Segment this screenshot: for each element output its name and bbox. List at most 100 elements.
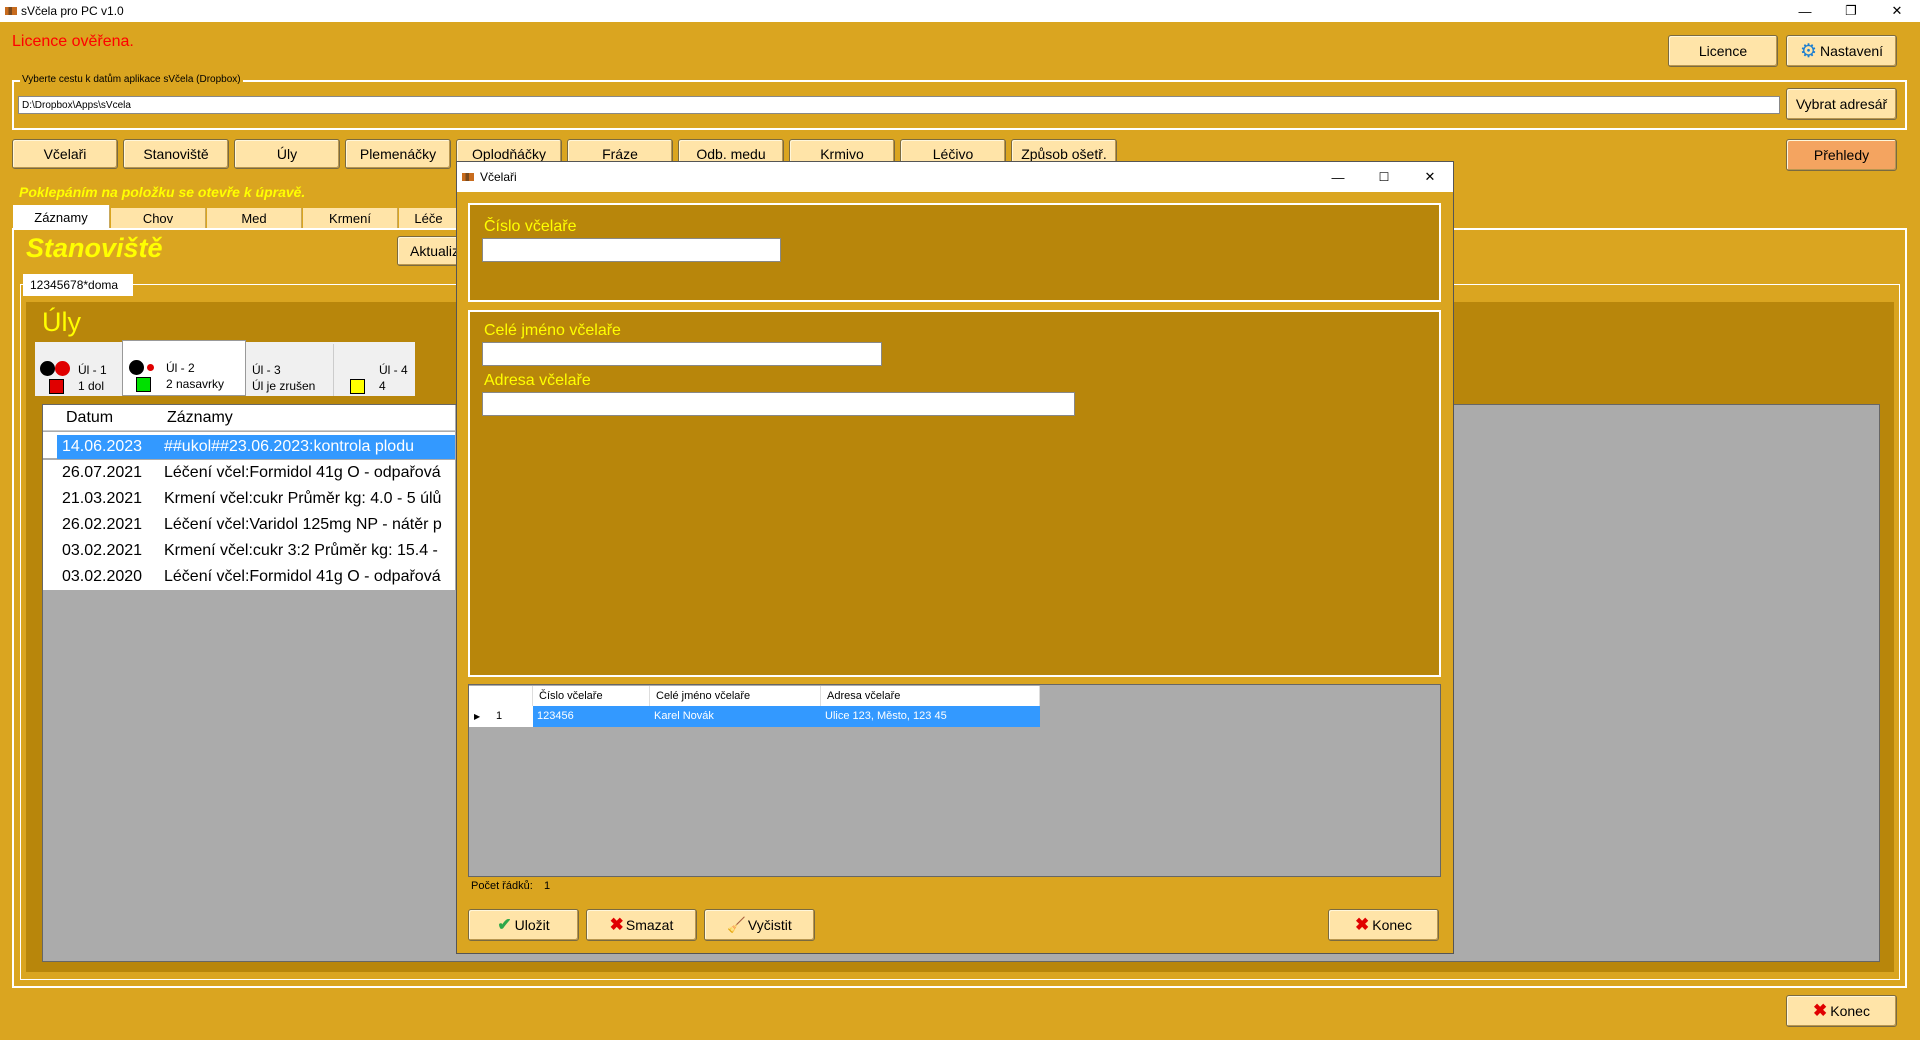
main-close-button[interactable]: ✖ Konec bbox=[1786, 995, 1897, 1027]
full-name-input[interactable] bbox=[482, 342, 882, 366]
hive-3-info: Úl je zrušen bbox=[252, 379, 316, 393]
hive-tab-4[interactable]: Úl - 4 4 bbox=[335, 344, 415, 396]
record-date: 03.02.2020 bbox=[62, 568, 143, 585]
record-date: 26.02.2021 bbox=[62, 516, 143, 533]
hive-2-info: 2 nasavrky bbox=[166, 377, 225, 391]
row-pointer-icon: ▶ bbox=[474, 712, 481, 721]
settings-button[interactable]: ⚙ Nastavení bbox=[1786, 35, 1897, 67]
record-text: Léčení včel:Formidol 41g O - odpařová bbox=[164, 568, 441, 585]
record-text: Krmení včel:cukr Průměr kg: 4.0 - 5 úlů bbox=[164, 490, 442, 507]
hive-2-name: Úl - 2 bbox=[166, 361, 195, 375]
queen-red-small-icon bbox=[147, 364, 154, 371]
records-header-datum: Datum bbox=[66, 409, 114, 426]
tab-zaznamy[interactable]: Záznamy bbox=[13, 205, 110, 229]
hive-tab-3[interactable]: Úl - 3 Úl je zrušen bbox=[248, 344, 334, 396]
nav-uly-button[interactable]: Úly bbox=[234, 139, 340, 169]
record-date: 03.02.2021 bbox=[62, 542, 143, 559]
delete-button[interactable]: ✖ Smazat bbox=[586, 909, 697, 941]
nav-vcelari-button[interactable]: Včelaři bbox=[12, 139, 118, 169]
license-status: Licence ověřena. bbox=[12, 33, 134, 50]
record-text: Léčení včel:Formidol 41g O - odpařová bbox=[164, 464, 441, 481]
clear-button-label: Vyčistit bbox=[747, 917, 792, 933]
delete-x-icon: ✖ bbox=[609, 915, 624, 934]
close-icon[interactable]: ✕ bbox=[1874, 0, 1920, 22]
row-count-label: Počet řádků: bbox=[471, 880, 533, 892]
uly-title: Úly bbox=[42, 307, 81, 337]
grid-row-header-corner bbox=[469, 686, 533, 706]
close-x-icon: ✖ bbox=[1813, 1001, 1828, 1020]
edit-hint: Poklepáním na položku se otevře k úpravě… bbox=[19, 184, 306, 200]
dialog-close-icon[interactable]: ✕ bbox=[1407, 166, 1453, 188]
address-label: Adresa včelaře bbox=[484, 372, 591, 389]
status-red-square-icon bbox=[49, 379, 64, 394]
hive-1-info: 1 dol bbox=[78, 379, 105, 393]
address-input[interactable] bbox=[482, 392, 1075, 416]
main-close-label: Konec bbox=[1830, 1003, 1870, 1019]
records-header-zaznamy: Záznamy bbox=[167, 409, 233, 426]
dialog-app-icon bbox=[462, 173, 474, 181]
dialog-close-label: Konec bbox=[1372, 917, 1412, 933]
tab-med[interactable]: Med bbox=[207, 208, 302, 228]
hive-3-name: Úl - 3 bbox=[252, 363, 281, 377]
app-icon bbox=[5, 7, 17, 15]
queen-black-icon bbox=[40, 361, 55, 376]
grid-cell-address[interactable]: Ulice 123, Město, 123 45 bbox=[821, 706, 1040, 727]
grid-header-address: Adresa včelaře bbox=[821, 686, 1040, 706]
dialog-title-bar: Včelaři — ☐ ✕ bbox=[457, 162, 1453, 192]
hive-4-name: Úl - 4 bbox=[379, 363, 408, 377]
browse-folder-button[interactable]: Vybrat adresář bbox=[1786, 88, 1897, 120]
record-text: Krmení včel:cukr 3:2 Průměr kg: 15.4 - bbox=[164, 542, 438, 559]
hive-4-info: 4 bbox=[379, 379, 386, 393]
overview-button[interactable]: Přehledy bbox=[1786, 139, 1897, 171]
number-label: Číslo včelaře bbox=[484, 218, 577, 235]
window-title: sVčela pro PC v1.0 bbox=[21, 4, 124, 18]
status-yellow-square-icon bbox=[350, 379, 365, 394]
window-title-bar: sVčela pro PC v1.0 — ❐ ✕ bbox=[0, 0, 1920, 22]
hive-tab-1[interactable]: Úl - 1 1 dol bbox=[36, 344, 122, 396]
grid-row-number: 1 bbox=[496, 710, 503, 722]
checkmark-icon: ✔ bbox=[497, 915, 512, 934]
gear-icon: ⚙ bbox=[1799, 40, 1817, 62]
status-green-square-icon bbox=[136, 377, 151, 392]
restore-icon[interactable]: ❐ bbox=[1828, 0, 1874, 22]
details-group: Celé jméno včelaře Adresa včelaře bbox=[468, 310, 1441, 677]
dialog-title: Včelaři bbox=[480, 170, 517, 184]
hive-1-name: Úl - 1 bbox=[78, 363, 107, 377]
nav-plemenacky-button[interactable]: Plemenáčky bbox=[345, 139, 451, 169]
grid-header-full-name: Celé jméno včelaře bbox=[650, 686, 821, 706]
tab-krmeni[interactable]: Krmení bbox=[303, 208, 398, 228]
beekeeper-number-input[interactable] bbox=[482, 238, 781, 262]
grid-header-number: Číslo včelaře bbox=[533, 686, 650, 706]
record-date: 14.06.2023 bbox=[62, 438, 143, 455]
queen-red-icon bbox=[55, 361, 70, 376]
save-button[interactable]: ✔ Uložit bbox=[468, 909, 579, 941]
minimize-icon[interactable]: — bbox=[1782, 0, 1828, 22]
save-button-label: Uložit bbox=[514, 917, 550, 933]
stanoviste-title: Stanoviště bbox=[26, 233, 163, 263]
record-text: ##ukol##23.06.2023:kontrola plodu bbox=[164, 438, 414, 455]
delete-button-label: Smazat bbox=[625, 917, 674, 933]
path-label: Vyberte cestu k datům aplikace sVčela (D… bbox=[20, 74, 243, 85]
licence-button[interactable]: Licence bbox=[1668, 35, 1778, 67]
record-date: 21.03.2021 bbox=[62, 490, 143, 507]
dialog-maximize-icon[interactable]: ☐ bbox=[1361, 166, 1407, 188]
record-text: Léčení včel:Varidol 125mg NP - nátěr p bbox=[164, 516, 442, 533]
table-row[interactable]: ▶ 1 bbox=[469, 706, 533, 727]
broom-icon: 🧹 bbox=[727, 917, 746, 934]
tab-chov[interactable]: Chov bbox=[111, 208, 206, 228]
dialog-minimize-icon[interactable]: — bbox=[1315, 166, 1361, 188]
clear-button[interactable]: 🧹 Vyčistit bbox=[704, 909, 815, 941]
dialog-close-button[interactable]: ✖ Konec bbox=[1328, 909, 1439, 941]
record-date: 26.07.2021 bbox=[62, 464, 143, 481]
stanoviste-tab[interactable]: 12345678*doma bbox=[23, 274, 133, 296]
queen-black-icon bbox=[129, 360, 144, 375]
path-input[interactable] bbox=[18, 96, 1780, 114]
grid-cell-number[interactable]: 123456 bbox=[533, 706, 650, 727]
grid-cell-full-name[interactable]: Karel Novák bbox=[650, 706, 821, 727]
settings-button-label: Nastavení bbox=[1820, 43, 1884, 59]
full-name-label: Celé jméno včelaře bbox=[484, 322, 621, 339]
tab-leceni[interactable]: Léče bbox=[399, 208, 459, 228]
close-x-icon: ✖ bbox=[1355, 915, 1370, 934]
hive-tab-2[interactable]: Úl - 2 2 nasavrky bbox=[122, 340, 246, 396]
nav-stanoviste-button[interactable]: Stanoviště bbox=[123, 139, 229, 169]
